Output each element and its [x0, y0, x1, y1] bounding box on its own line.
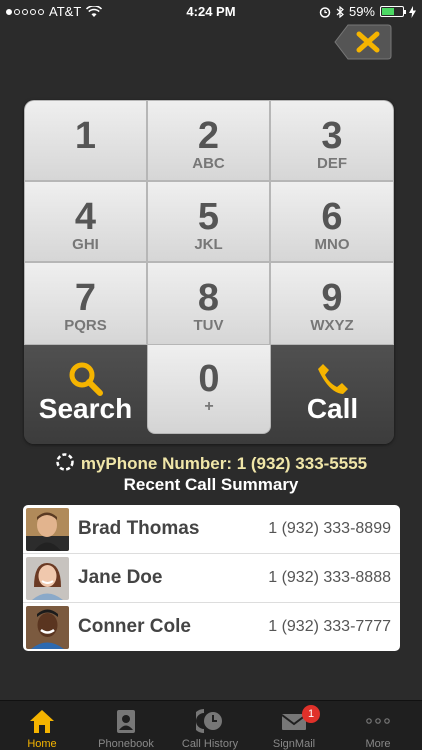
- tab-signmail[interactable]: 1 SignMail: [252, 701, 336, 750]
- bluetooth-icon: [336, 5, 344, 18]
- phonebook-icon: [117, 710, 135, 733]
- backspace-x-icon: [334, 24, 392, 60]
- key-6[interactable]: 6 MNO: [270, 181, 394, 262]
- charging-icon: [409, 5, 416, 18]
- key-0[interactable]: 0 +: [147, 345, 271, 434]
- tab-more[interactable]: More: [336, 701, 420, 750]
- tab-home[interactable]: Home: [0, 701, 84, 750]
- battery-icon: [380, 6, 406, 17]
- key-2[interactable]: 2 ABC: [147, 100, 270, 181]
- key-5[interactable]: 5 JKL: [147, 181, 270, 262]
- my-phone-number: myPhone Number: 1 (932) 333-5555: [0, 452, 422, 474]
- recent-call-row[interactable]: Brad Thomas 1 (932) 333-8899: [23, 505, 400, 554]
- contact-phone: 1 (932) 333-7777: [268, 618, 391, 635]
- close-button[interactable]: [334, 24, 392, 60]
- call-button[interactable]: Call: [271, 345, 394, 444]
- contact-phone: 1 (932) 333-8888: [268, 569, 391, 586]
- avatar: [26, 557, 69, 600]
- status-bar: AT&T 4:24 PM 59%: [0, 0, 422, 22]
- recent-call-row[interactable]: Conner Cole 1 (932) 333-7777: [23, 603, 400, 651]
- call-button-label: Call: [306, 393, 359, 424]
- contact-name: Brad Thomas: [78, 518, 200, 539]
- home-icon: [30, 710, 54, 733]
- alarm-icon: [319, 6, 331, 18]
- signmail-badge: 1: [302, 705, 320, 723]
- recent-call-summary-title: Recent Call Summary: [123, 475, 299, 494]
- search-button[interactable]: Search: [24, 345, 147, 444]
- avatar: [26, 606, 69, 649]
- more-icon: [366, 718, 390, 724]
- key-9[interactable]: 9 WXYZ: [270, 262, 394, 345]
- key-1[interactable]: 1: [24, 100, 147, 181]
- phone-icon: [318, 364, 348, 394]
- tab-bar: Home Phonebook Call History 1 SignMail M…: [0, 700, 422, 750]
- tab-phonebook[interactable]: Phonebook: [84, 701, 168, 750]
- battery-percent: 59%: [348, 4, 375, 19]
- search-icon: [69, 362, 103, 396]
- recent-call-row[interactable]: Jane Doe 1 (932) 333-8888: [23, 554, 400, 603]
- call-history-icon: [196, 709, 222, 733]
- avatar: [26, 508, 69, 551]
- contact-phone: 1 (932) 333-8899: [268, 520, 391, 537]
- contact-name: Jane Doe: [78, 567, 163, 588]
- tab-call-history[interactable]: Call History: [168, 701, 252, 750]
- refresh-ring-icon: [56, 453, 74, 471]
- dial-keypad: 1 2 ABC 3 DEF 4 GHI 5 JKL 6 MNO 7 PQRS 8…: [24, 100, 394, 444]
- key-8[interactable]: 8 TUV: [147, 262, 270, 345]
- key-4[interactable]: 4 GHI: [24, 181, 147, 262]
- search-button-label: Search: [38, 393, 133, 424]
- contact-name: Conner Cole: [78, 616, 191, 637]
- recent-calls-list: Brad Thomas 1 (932) 333-8899 Jane Doe 1 …: [23, 505, 400, 651]
- key-3[interactable]: 3 DEF: [270, 100, 394, 181]
- key-7[interactable]: 7 PQRS: [24, 262, 147, 345]
